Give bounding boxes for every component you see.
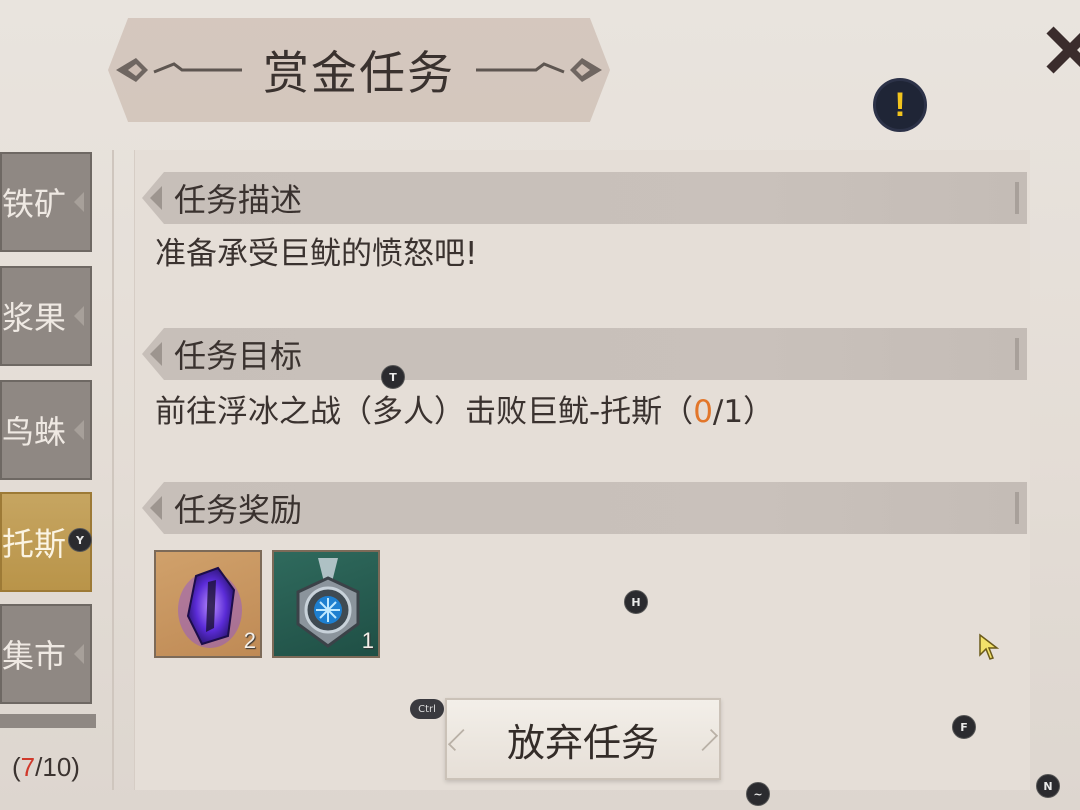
reward-quantity: 1: [361, 628, 374, 653]
sidebar-item-bird-spider[interactable]: 鸟蛛: [0, 380, 92, 480]
sidebar-item-label: 浆果: [2, 299, 67, 337]
section-title: 任务描述: [174, 181, 303, 219]
abandon-button-label: 放弃任务: [506, 720, 659, 765]
key-hint-h: H: [624, 590, 648, 614]
key-hint-f: F: [952, 715, 976, 739]
close-icon[interactable]: [1040, 20, 1080, 80]
bounty-progress: (7/10): [12, 752, 80, 783]
sidebar-divider: [112, 150, 114, 790]
sidebar-item-berries[interactable]: 浆果: [0, 266, 92, 366]
title-banner: 赏金任务: [108, 18, 610, 122]
sidebar-notch: [74, 644, 84, 665]
progress-open: (: [12, 752, 21, 782]
section-title: 任务目标: [174, 337, 303, 375]
objective-total: /1）: [712, 394, 775, 430]
sidebar-item-label: 铁矿: [2, 185, 67, 223]
section-title: 任务奖励: [174, 491, 303, 529]
sidebar-scroll-strip[interactable]: [0, 714, 96, 728]
sidebar-item-label: 集市: [2, 637, 67, 675]
alert-glyph: !: [894, 85, 906, 124]
description-text: 准备承受巨鱿的愤怒吧!: [155, 236, 478, 272]
reward-quantity: 2: [243, 628, 256, 653]
title-ornament-left: [116, 58, 242, 82]
key-hint-tilde: ~: [746, 782, 770, 806]
header-endcap: [1015, 182, 1019, 214]
key-hint-ctrl: Ctrl: [410, 699, 444, 719]
objective-current: 0: [693, 394, 713, 430]
sidebar-item-market[interactable]: 集市: [0, 604, 92, 704]
key-hint-n: N: [1036, 774, 1060, 798]
rewards-header: 任务奖励: [142, 482, 1027, 534]
objective-text: 前往浮冰之战（多人）击败巨鱿-托斯（0/1）: [155, 386, 774, 431]
button-chevron-right-icon: [695, 728, 719, 752]
sidebar-item-iron-ore[interactable]: 铁矿: [0, 152, 92, 252]
progress-current: 7: [20, 752, 36, 782]
sidebar-notch: [74, 420, 84, 441]
button-chevron-left-icon: [447, 728, 471, 752]
sidebar-item-label: 鸟蛛: [2, 413, 67, 451]
reward-item-crystal[interactable]: 2: [154, 550, 262, 658]
page-title: 赏金任务: [263, 46, 455, 100]
description-header: 任务描述: [142, 172, 1027, 224]
sidebar-item-label: 托斯: [2, 525, 67, 563]
objective-header: 任务目标: [142, 328, 1027, 380]
sidebar-notch: [74, 306, 84, 327]
title-ornament-right: [476, 58, 602, 82]
progress-total: /10): [35, 752, 80, 782]
objective-desc: 前往浮冰之战（多人）击败巨鱿-托斯（: [155, 394, 694, 430]
sidebar-item-tos[interactable]: 托斯 Y: [0, 492, 92, 592]
alert-icon[interactable]: !: [873, 78, 927, 132]
header-endcap: [1015, 492, 1019, 524]
header-endcap: [1015, 338, 1019, 370]
reward-item-medal[interactable]: 1: [272, 550, 380, 658]
key-hint-y: Y: [68, 528, 92, 552]
abandon-quest-button[interactable]: 放弃任务: [445, 698, 721, 780]
sidebar-notch: [74, 192, 84, 213]
mouse-cursor-icon: [979, 633, 1000, 660]
